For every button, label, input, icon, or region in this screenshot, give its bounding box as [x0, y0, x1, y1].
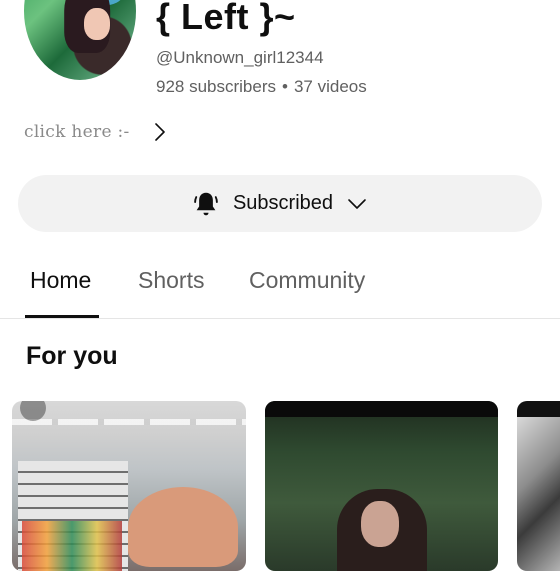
chevron-down-icon: [348, 198, 366, 209]
channel-tabs: Home Shorts Community: [0, 256, 560, 319]
subscriber-count: 928 subscribers: [156, 77, 277, 96]
channel-link-row[interactable]: click here :-: [24, 118, 172, 146]
tab-home[interactable]: Home: [30, 267, 91, 294]
thumbnail-letterbox: [517, 401, 560, 417]
thumbnail-letterbox: [265, 401, 498, 417]
video-thumbnail-3[interactable]: [517, 401, 560, 571]
stats-separator: •: [282, 77, 288, 96]
bell-icon: [194, 192, 218, 215]
tab-shorts[interactable]: Shorts: [138, 267, 204, 294]
subscribed-button[interactable]: Subscribed: [18, 175, 542, 232]
subscribed-label: Subscribed: [232, 192, 334, 214]
video-thumbnail-2[interactable]: [265, 401, 498, 571]
video-thumbnail-1[interactable]: [12, 401, 246, 571]
thumbnail-person-face: [361, 501, 399, 547]
channel-stats: 928 subscribers • 37 videos: [156, 77, 367, 97]
channel-link-text[interactable]: click here :-: [24, 122, 130, 142]
channel-avatar[interactable]: [24, 0, 136, 80]
channel-name: { Left }~: [156, 0, 296, 37]
thumbnail-person-hat: [128, 487, 238, 567]
thumbnail-overlay-button: [20, 401, 46, 421]
chevron-right-icon[interactable]: [148, 120, 172, 144]
tab-community[interactable]: Community: [249, 267, 365, 294]
thumbnail-goods: [22, 521, 122, 571]
thumbnail-ceiling-lights: [12, 419, 246, 425]
video-count: 37 videos: [293, 77, 367, 96]
active-tab-indicator: [25, 315, 99, 318]
channel-handle: @Unknown_girl12344: [156, 48, 324, 67]
section-title: For you: [26, 342, 118, 370]
avatar-face: [84, 8, 111, 41]
